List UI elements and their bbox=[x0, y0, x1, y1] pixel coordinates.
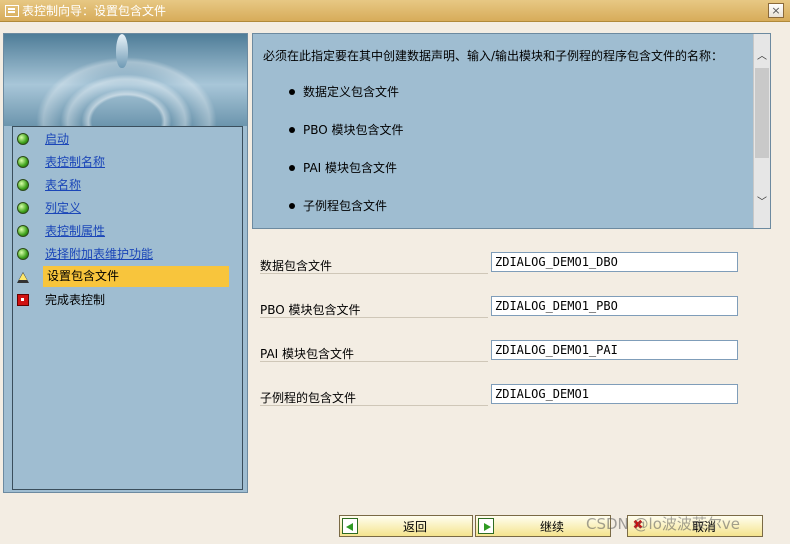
step-set-include-files: 设置包含文件 bbox=[13, 266, 242, 287]
current-step-label: 设置包含文件 bbox=[43, 266, 229, 287]
field-pai-include: PAI 模块包含文件 bbox=[260, 340, 738, 362]
data-include-input[interactable] bbox=[491, 252, 738, 272]
warning-triangle-icon bbox=[17, 271, 29, 283]
field-label: 子例程的包含文件 bbox=[260, 391, 357, 405]
list-item: 子例程包含文件 bbox=[263, 198, 748, 228]
step-column-definition[interactable]: 列定义 bbox=[13, 197, 242, 218]
completed-icon bbox=[17, 132, 29, 145]
step-link[interactable]: 列定义 bbox=[45, 199, 81, 216]
field-underline bbox=[260, 405, 488, 406]
info-box: 必须在此指定要在其中创建数据声明、输入/输出模块和子例程的程序包含文件的名称： … bbox=[252, 33, 771, 229]
watermark: CSDN @lo波波莱尔ve bbox=[586, 515, 740, 533]
step-link[interactable]: 表控制属性 bbox=[45, 222, 105, 239]
title-bar: 表控制向导：设置包含文件 × bbox=[0, 0, 790, 22]
step-link[interactable]: 选择附加表维护功能 bbox=[45, 245, 153, 262]
water-drop-banner bbox=[4, 34, 247, 126]
field-label: PAI 模块包含文件 bbox=[260, 347, 355, 361]
step-link[interactable]: 启动 bbox=[45, 130, 69, 147]
field-label: 数据包含文件 bbox=[260, 259, 333, 273]
pai-include-input[interactable] bbox=[491, 340, 738, 360]
field-underline bbox=[260, 273, 488, 274]
completed-icon bbox=[17, 224, 29, 237]
wizard-steps-panel: 启动 表控制名称 表名称 列定义 表控制属性 选择附加表维护功能 设置包含文件 bbox=[3, 33, 248, 493]
step-finish: 完成表控制 bbox=[13, 289, 242, 310]
steps-list: 启动 表控制名称 表名称 列定义 表控制属性 选择附加表维护功能 设置包含文件 bbox=[12, 126, 243, 490]
info-content: 必须在此指定要在其中创建数据声明、输入/输出模块和子例程的程序包含文件的名称： … bbox=[263, 48, 748, 228]
completed-icon bbox=[17, 155, 29, 168]
close-button[interactable]: × bbox=[768, 3, 784, 18]
step-label: 完成表控制 bbox=[45, 293, 106, 307]
completed-icon bbox=[17, 247, 29, 260]
step-table-control-attributes[interactable]: 表控制属性 bbox=[13, 220, 242, 241]
list-item: PBO 模块包含文件 bbox=[263, 122, 748, 160]
field-underline bbox=[260, 317, 488, 318]
field-subroutine-include: 子例程的包含文件 bbox=[260, 384, 738, 406]
step-table-control-name[interactable]: 表控制名称 bbox=[13, 151, 242, 172]
step-table-name[interactable]: 表名称 bbox=[13, 174, 242, 195]
step-link[interactable]: 表名称 bbox=[45, 176, 81, 193]
step-maintenance-functions[interactable]: 选择附加表维护功能 bbox=[13, 243, 242, 264]
step-link[interactable]: 表控制名称 bbox=[45, 153, 105, 170]
info-list: 数据定义包含文件 PBO 模块包含文件 PAI 模块包含文件 子例程包含文件 bbox=[263, 84, 748, 228]
back-button[interactable]: 返回 bbox=[339, 515, 473, 537]
field-pbo-include: PBO 模块包含文件 bbox=[260, 296, 738, 318]
completed-icon bbox=[17, 178, 29, 191]
field-label: PBO 模块包含文件 bbox=[260, 303, 361, 317]
pbo-include-input[interactable] bbox=[491, 296, 738, 316]
scroll-up-icon[interactable]: ︿ bbox=[754, 48, 770, 66]
back-arrow-icon bbox=[342, 518, 358, 534]
subroutine-include-input[interactable] bbox=[491, 384, 738, 404]
scroll-down-icon[interactable]: ﹀ bbox=[754, 194, 770, 212]
field-underline bbox=[260, 361, 488, 362]
window-icon bbox=[5, 4, 19, 17]
info-text: 必须在此指定要在其中创建数据声明、输入/输出模块和子例程的程序包含文件的名称： bbox=[263, 49, 724, 63]
step-start[interactable]: 启动 bbox=[13, 128, 242, 149]
water-drop-image bbox=[116, 34, 128, 68]
list-item: 数据定义包含文件 bbox=[263, 84, 748, 122]
continue-arrow-icon bbox=[478, 518, 494, 534]
field-data-include: 数据包含文件 bbox=[260, 252, 738, 274]
window-title: 表控制向导：设置包含文件 bbox=[22, 4, 167, 18]
list-item: PAI 模块包含文件 bbox=[263, 160, 748, 198]
completed-icon bbox=[17, 201, 29, 214]
vertical-scrollbar[interactable]: ︿ ﹀ bbox=[753, 34, 770, 228]
scroll-thumb[interactable] bbox=[755, 68, 769, 158]
red-square-icon bbox=[17, 293, 29, 306]
